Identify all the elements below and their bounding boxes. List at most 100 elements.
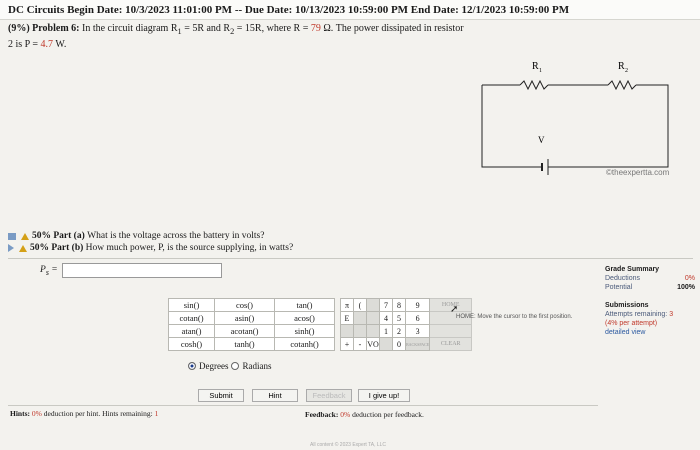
calc-digit-key[interactable]: 8 <box>392 298 406 312</box>
problem-number: Problem 6: <box>32 23 80 34</box>
calc-function-key[interactable]: cosh() <box>168 337 215 351</box>
feedback-info: Feedback: 0% deduction per feedback. <box>305 410 424 419</box>
hint-button[interactable]: Hint <box>252 389 298 402</box>
calc-function-key[interactable]: acos() <box>274 311 335 325</box>
grade-summary-title: Grade Summary <box>605 266 660 273</box>
attempts-label: Attempts remaining: <box>605 311 668 318</box>
calc-clear-key[interactable]: CLEAR <box>429 337 473 351</box>
end-label: End Date: <box>410 4 459 16</box>
attempts-row: Attempts remaining: 3 <box>605 310 695 319</box>
calc-vo-key[interactable]: VO <box>366 337 380 351</box>
calc-backspace-key[interactable]: BACKSPACE <box>404 337 431 351</box>
calc-digit-key[interactable]: 4 <box>379 311 393 325</box>
deductions-row: Deductions 0% <box>605 274 695 283</box>
resistor-r2 <box>607 79 637 91</box>
calculator-row: cotan() asin() acos() E 4 5 6 <box>168 311 473 325</box>
calc-digit-key[interactable]: 1 <box>379 324 393 338</box>
calc-function-key[interactable]: sin() <box>168 298 215 312</box>
potential-label: Potential <box>605 284 633 291</box>
calc-function-key[interactable]: cos() <box>214 298 275 312</box>
radians-radio[interactable] <box>231 362 240 370</box>
footer-copyright: All content © 2023 Expert TA, LLC <box>310 442 387 448</box>
due-label: -- Due Date: <box>234 4 293 16</box>
detailed-view-link[interactable]: detailed view <box>605 328 695 337</box>
calc-symbol-key[interactable] <box>353 324 367 338</box>
calc-blank-key[interactable] <box>366 324 380 338</box>
calc-digit-key[interactable]: 9 <box>404 298 431 312</box>
calc-digit-key[interactable] <box>379 337 393 351</box>
calc-function-key[interactable]: sinh() <box>274 324 335 338</box>
p-unit: W. <box>55 39 67 50</box>
answer-symbol-sub: s <box>45 267 49 277</box>
grade-summary: Grade Summary Deductions 0% Potential 10… <box>605 265 695 337</box>
calc-digit-key[interactable]: 2 <box>392 324 406 338</box>
expand-icon[interactable] <box>8 232 16 240</box>
calc-symbol-key[interactable] <box>340 324 354 338</box>
p-value: 4.7 <box>40 39 54 50</box>
v-label: V <box>538 135 545 145</box>
potential-value: 100% <box>677 284 695 291</box>
problem-text-a: In the circuit diagram R <box>81 23 178 34</box>
calc-symbol-key[interactable] <box>353 311 367 325</box>
calculator-row: sin() cos() tan() π(7 8 9 HOME <box>168 298 473 312</box>
part-a-row[interactable]: 50% Part (a) What is the voltage across … <box>8 230 698 242</box>
calc-digit-key[interactable]: 0 <box>392 337 406 351</box>
calc-side-key[interactable] <box>429 324 473 338</box>
calc-function-key[interactable]: tan() <box>274 298 335 312</box>
calc-function-key[interactable]: asin() <box>214 311 275 325</box>
degrees-radio[interactable] <box>188 362 196 370</box>
potential-row: Potential 100% <box>605 283 695 292</box>
part-a-weight: 50% Part (a) <box>32 231 85 241</box>
assignment-title: DC Circuits <box>8 4 65 16</box>
warning-icon <box>21 232 29 240</box>
calc-symbol-key[interactable]: ( <box>353 298 367 312</box>
play-icon[interactable] <box>8 244 14 252</box>
part-b-question: How much power, P, is the source supplyi… <box>85 243 294 253</box>
part-b-row[interactable]: 50% Part (b) How much power, P, is the s… <box>8 242 698 254</box>
hints-remaining: 1 <box>154 409 159 418</box>
r2-sub: 2 <box>625 68 628 74</box>
calc-digit-key[interactable]: 5 <box>392 311 406 325</box>
due-date: 10/13/2023 10:59:00 PM <box>295 4 409 16</box>
feedback-text: deduction per feedback. <box>352 410 424 419</box>
r-value: 79 <box>310 23 321 34</box>
calculator-row: cosh() tanh() cotanh() + - VO 0 BACKSPACE CLEAR <box>168 337 473 351</box>
calc-function-key[interactable]: tanh() <box>214 337 275 351</box>
answer-equals: = <box>51 265 58 275</box>
calc-symbol-key[interactable]: π <box>340 298 354 312</box>
hints-info: Hints: 0% deduction per hint. Hints rema… <box>10 409 158 418</box>
calc-digit-key[interactable]: 6 <box>404 311 431 325</box>
calculator: sin() cos() tan() π(7 8 9 HOME cotan() asin() aco… <box>168 298 473 351</box>
calc-symbol-key[interactable]: - <box>353 337 367 351</box>
calc-digit-key[interactable]: 7 <box>379 298 393 312</box>
submissions-title: Submissions <box>605 302 649 309</box>
parts-list: 50% Part (a) What is the voltage across … <box>8 230 698 254</box>
calc-function-key[interactable]: cotanh() <box>274 337 335 351</box>
calc-function-key[interactable]: acotan() <box>214 324 275 338</box>
calc-function-key[interactable]: cotan() <box>168 311 215 325</box>
calc-blank-key[interactable] <box>366 311 380 325</box>
give-up-button[interactable]: I give up! <box>358 389 410 402</box>
part-a-question: What is the voltage across the battery i… <box>87 231 265 241</box>
calc-symbol-key[interactable]: E <box>340 311 354 325</box>
begin-date: 10/3/2023 11:01:00 PM <box>125 4 233 16</box>
problem-statement: (9%) Problem 6: In the circuit diagram R… <box>8 23 464 50</box>
watermark: ©theexpertta.com <box>606 168 670 177</box>
header-bar: DC Circuits Begin Date: 10/3/2023 11:01:… <box>0 0 700 20</box>
hints-label: Hints: <box>10 409 31 418</box>
r1-label: R <box>532 61 539 72</box>
feedback-button[interactable]: Feedback <box>306 389 352 402</box>
calc-blank-key[interactable] <box>366 298 380 312</box>
feedback-deduction: 0% <box>340 410 351 419</box>
calc-symbol-key[interactable]: + <box>340 337 354 351</box>
submit-button[interactable]: Submit <box>198 389 244 402</box>
calc-function-key[interactable]: atan() <box>168 324 215 338</box>
r1-sub: 1 <box>539 68 542 74</box>
per-attempt: (4% per attempt) <box>605 320 658 327</box>
answer-input[interactable] <box>62 263 222 278</box>
attempts-value: 3 <box>669 311 674 318</box>
resistor-r1 <box>519 79 549 91</box>
part-b-weight: 50% Part (b) <box>30 243 84 253</box>
calc-digit-key[interactable]: 3 <box>404 324 431 338</box>
problem-page: DC Circuits Begin Date: 10/3/2023 11:01:… <box>0 0 700 450</box>
